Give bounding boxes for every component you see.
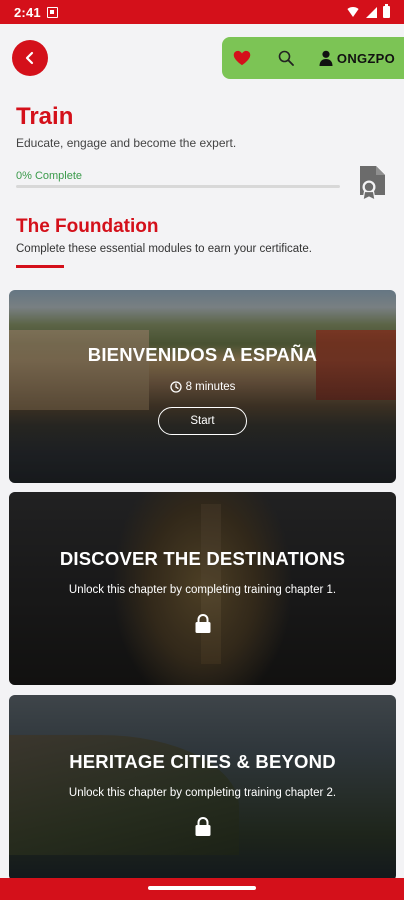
progress-bar [16,185,340,188]
module-2-lock-note: Unlock this chapter by completing traini… [68,584,337,596]
module-1-title: BIENVENIDOS A ESPAÑA [87,344,318,365]
status-bar: 2:41 [0,0,404,24]
section-underline [16,265,64,268]
wifi-icon [346,7,360,17]
module-1-duration: 8 minutes [169,381,236,393]
module-3-title: HERITAGE CITIES & BEYOND [69,751,336,772]
profile-button[interactable]: ONGZPO [310,37,404,79]
user-icon [319,50,333,66]
back-arrow-icon [25,51,34,65]
lock-icon [195,817,210,836]
certificate-icon[interactable] [355,165,389,201]
favorites-button[interactable] [222,37,262,79]
top-action-bar: ONGZPO [222,37,404,79]
section-subtitle: Complete these essential modules to earn… [16,243,312,255]
search-icon [278,50,294,66]
search-button[interactable] [262,37,310,79]
navigation-bar [0,878,404,900]
module-3-lock-note: Unlock this chapter by completing traini… [68,787,337,799]
clock-icon [169,381,182,393]
status-icons [346,4,390,18]
page-title: Train [16,103,74,130]
status-time: 2:41 [14,4,41,20]
module-card-2[interactable]: DISCOVER THE DESTINATIONS Unlock this ch… [9,492,396,685]
user-name: ONGZPO [336,50,396,66]
progress-label: 0% Complete [16,170,83,182]
heart-icon [233,50,251,66]
notification-icon [46,6,58,18]
lock-icon [195,614,210,633]
section-title: The Foundation [16,216,159,237]
home-indicator[interactable] [148,886,256,890]
module-2-title: DISCOVER THE DESTINATIONS [59,548,346,569]
page-subtitle: Educate, engage and become the expert. [16,136,237,150]
back-button[interactable] [12,40,48,76]
module-card-3[interactable]: HERITAGE CITIES & BEYOND Unlock this cha… [9,695,396,881]
battery-icon [383,4,390,18]
module-1-duration-text: 8 minutes [185,381,236,393]
cellular-icon [366,6,377,18]
module-card-1[interactable]: BIENVENIDOS A ESPAÑA 8 minutes Start [9,290,396,483]
start-button[interactable]: Start [158,407,247,435]
